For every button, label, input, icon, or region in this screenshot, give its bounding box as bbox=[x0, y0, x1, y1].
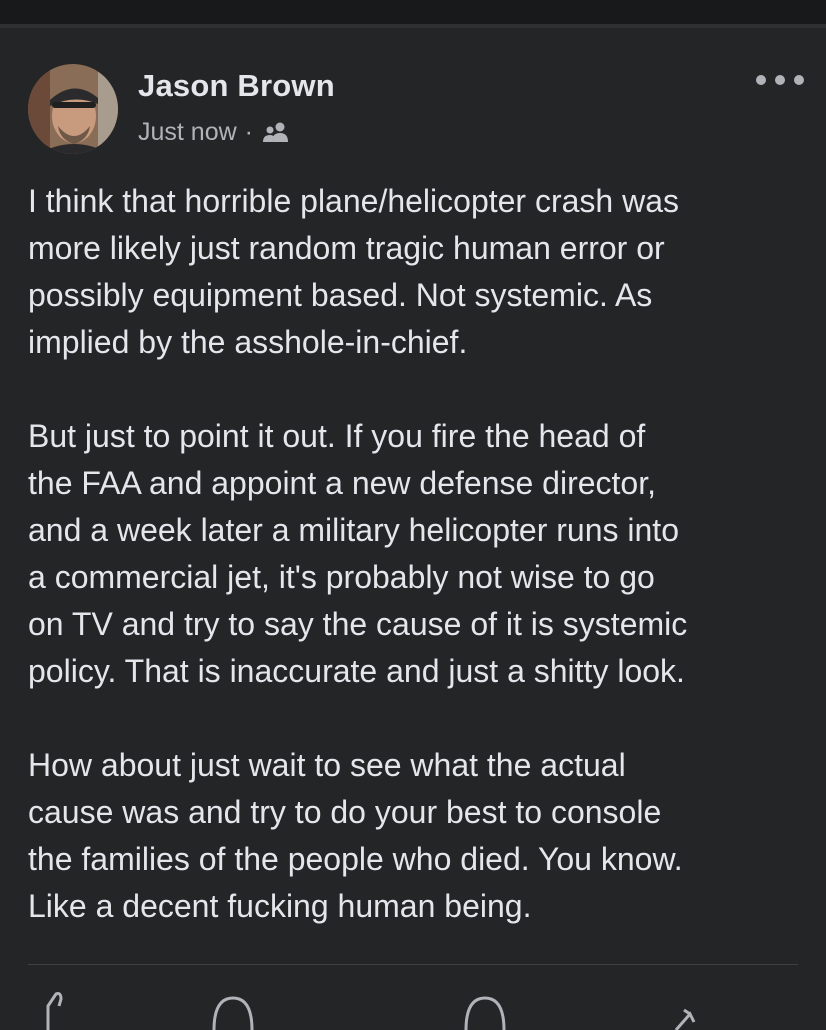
post-paragraph: But just to point it out. If you fire th… bbox=[28, 418, 688, 689]
post-card: Jason Brown Just now · I think that horr… bbox=[0, 24, 826, 1030]
action-divider bbox=[28, 964, 798, 965]
comment-icon[interactable] bbox=[210, 990, 256, 1030]
top-strip bbox=[0, 0, 826, 24]
timestamp[interactable]: Just now bbox=[138, 118, 237, 147]
post-text: I think that horrible plane/helicopter c… bbox=[28, 178, 803, 977]
author-name[interactable]: Jason Brown bbox=[138, 68, 335, 104]
more-options-icon[interactable] bbox=[756, 68, 804, 92]
like-icon[interactable] bbox=[34, 990, 80, 1030]
post-meta: Just now · bbox=[138, 118, 291, 147]
avatar[interactable] bbox=[28, 64, 118, 154]
share-icon[interactable] bbox=[664, 990, 710, 1030]
post-paragraph: How about just wait to see what the actu… bbox=[28, 747, 683, 924]
messenger-icon[interactable] bbox=[462, 990, 508, 1030]
post-paragraph: I think that horrible plane/helicopter c… bbox=[28, 183, 680, 360]
meta-separator: · bbox=[244, 118, 253, 146]
friends-icon[interactable] bbox=[261, 121, 291, 145]
avatar-image bbox=[28, 64, 118, 154]
